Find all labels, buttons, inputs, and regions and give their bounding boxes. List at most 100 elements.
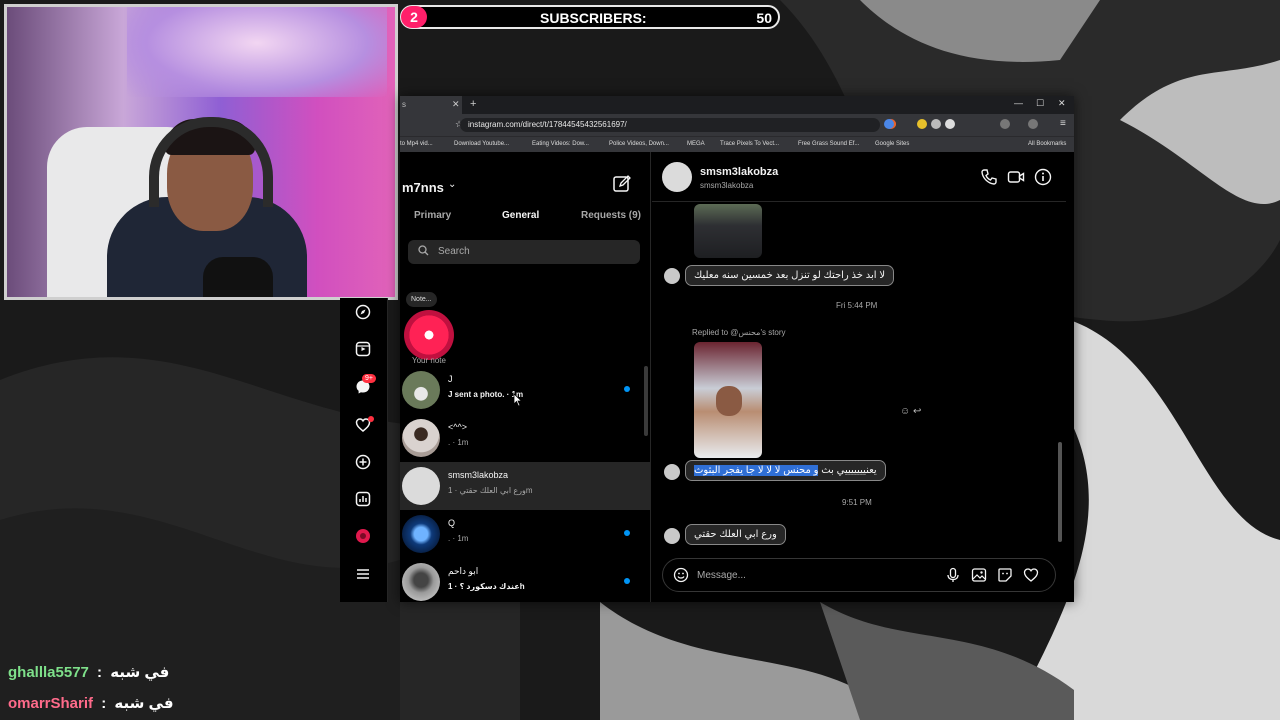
bookmark-item[interactable]: Google Sites — [875, 141, 909, 147]
address-bar-row: ☆ instagram.com/direct/t/178445454325616… — [400, 114, 1074, 136]
chat-title[interactable]: smsm3lakobza — [700, 166, 778, 178]
chat-separator: : — [92, 664, 107, 681]
all-bookmarks[interactable]: All Bookmarks — [1028, 141, 1066, 147]
browser-window: s ✕ + — ☐ ✕ ☆ instagram.com/direct/t/178… — [400, 96, 1074, 602]
chat-username: ghallla5577 — [8, 664, 89, 681]
like-heart-icon[interactable] — [1023, 567, 1039, 583]
chat-separator: : — [97, 695, 111, 712]
story-reply-label: Replied to @محنس's story — [692, 328, 786, 337]
reels-icon[interactable] — [354, 340, 372, 358]
message-bubble[interactable]: لا ابد خذ راحتك لو تنزل بعد خمسين سنه مع… — [684, 265, 895, 286]
profile-extension-icon[interactable] — [884, 119, 894, 129]
chat-scrollbar[interactable] — [1058, 442, 1062, 542]
message-actions: ☺ ↩ — [900, 406, 921, 417]
compose-icon[interactable] — [612, 174, 632, 194]
subscriber-badge: 2 — [401, 6, 427, 28]
message-timestamp: 9:51 PM — [842, 498, 872, 507]
info-icon[interactable] — [1034, 168, 1052, 186]
stream-chat-line: ghallla5577 : في شبه — [8, 663, 169, 681]
bookmark-item[interactable]: Trace Pixels To Vect... — [720, 141, 779, 147]
conversation-name: smsm3lakobza — [448, 470, 509, 480]
create-icon[interactable] — [354, 453, 372, 471]
profile-avatar-icon[interactable] — [354, 527, 372, 545]
microphone-icon[interactable] — [945, 567, 961, 583]
extension-yellow-icon[interactable] — [917, 119, 927, 129]
bookmark-item[interactable]: Free Grass Sound Ef... — [798, 141, 859, 147]
address-bar[interactable]: instagram.com/direct/t/17844545432561697… — [460, 118, 880, 132]
chat-avatar[interactable] — [662, 162, 692, 192]
conversation-item[interactable]: ابو داحم عندك دسكورد ؟ · 1h — [400, 558, 651, 606]
minimize-icon[interactable]: — — [1014, 98, 1023, 108]
window-close-icon[interactable]: ✕ — [1058, 98, 1066, 109]
bookmark-item[interactable]: Eating Videos: Dow... — [532, 141, 589, 147]
image-icon[interactable] — [971, 567, 987, 583]
phone-icon[interactable] — [980, 168, 998, 186]
dm-list-panel: m7nns ⌄ Primary General Requests (9) Sea… — [400, 152, 651, 602]
sender-avatar — [664, 268, 680, 284]
conversation-item[interactable]: <^^> . · 1m — [400, 414, 651, 462]
mouse-cursor-icon — [513, 393, 523, 407]
search-input[interactable]: Search — [408, 240, 640, 264]
message-bubble[interactable]: ورع ابي العلك حقتي — [685, 524, 786, 545]
conversation-item[interactable]: Q . · 1m — [400, 510, 651, 558]
conversation-item-active[interactable]: smsm3lakobza ورع ابي العلك حقتي · 1m — [400, 462, 651, 510]
explore-icon[interactable] — [354, 303, 372, 321]
stream-chat-line: omarrSharif : في شبه — [8, 694, 174, 712]
message-bubble-selected[interactable]: يعنيييييييي بث و محنس لا لا لا جا يفجر ا… — [685, 460, 886, 481]
profile-icon[interactable] — [1028, 119, 1038, 129]
bookmark-item[interactable]: Download Youtube... — [454, 141, 509, 147]
dm-tabs: Primary General Requests (9) — [400, 210, 651, 228]
reply-icon[interactable]: ↩ — [913, 406, 921, 417]
photo-message[interactable] — [694, 204, 762, 258]
emoji-icon[interactable] — [673, 567, 689, 583]
extension-gray-icon[interactable] — [931, 119, 941, 129]
story-reply-image[interactable] — [694, 342, 762, 458]
sticker-icon[interactable] — [997, 567, 1013, 583]
unread-dot — [624, 530, 630, 536]
note-label: Your note — [412, 356, 446, 365]
chevron-down-icon[interactable]: ⌄ — [448, 179, 456, 190]
message-input[interactable]: Message... — [697, 570, 746, 581]
account-name[interactable]: m7nns — [402, 180, 444, 195]
chat-username: omarrSharif — [8, 695, 94, 712]
story-face — [716, 386, 742, 416]
conversation-name: <^^> — [448, 422, 467, 432]
tab-requests[interactable]: Requests (9) — [581, 210, 641, 221]
chat-header: smsm3lakobza smsm3lakobza — [652, 152, 1066, 202]
bookmark-item[interactable]: to Mp4 vid... — [400, 141, 433, 147]
tab-primary[interactable]: Primary — [414, 210, 451, 221]
conversation-preview: . · 1m — [448, 534, 469, 543]
chat-message: في شبه — [114, 695, 174, 712]
search-placeholder: Search — [438, 246, 470, 257]
avatar — [402, 419, 440, 457]
ceiling-light — [127, 7, 387, 97]
maximize-icon[interactable]: ☐ — [1036, 98, 1044, 109]
bookmark-item[interactable]: MEGA — [687, 141, 705, 147]
conversation-preview: J sent a photo. · 1m — [448, 390, 524, 399]
insights-icon[interactable] — [354, 490, 372, 508]
dm-list-scrollbar[interactable] — [644, 366, 648, 436]
menu-icon[interactable] — [354, 565, 372, 583]
webcam-feed — [4, 4, 398, 300]
sidebar-icon[interactable] — [1000, 119, 1010, 129]
note-bubble[interactable]: Note... — [406, 292, 437, 307]
notifications-dot — [368, 416, 374, 422]
message-composer[interactable]: Message... — [662, 558, 1056, 592]
browser-menu-icon[interactable]: ≡ — [1060, 118, 1066, 129]
messages-badge: 9+ — [362, 374, 376, 383]
tab-general[interactable]: General — [502, 210, 539, 221]
avatar — [402, 515, 440, 553]
emoji-react-icon[interactable]: ☺ — [900, 406, 910, 417]
url-text: instagram.com/direct/t/17844545432561697… — [468, 120, 627, 129]
bookmark-item[interactable]: Police Videos, Down... — [609, 141, 669, 147]
subscriber-goal: 50 — [756, 10, 772, 26]
conversation-item[interactable]: J J sent a photo. · 1m — [400, 366, 651, 414]
bookmarks-bar: to Mp4 vid... Download Youtube... Eating… — [400, 136, 1074, 152]
video-call-icon[interactable] — [1007, 168, 1025, 186]
tab-close-icon[interactable]: ✕ — [452, 99, 460, 110]
new-tab-icon[interactable]: + — [470, 98, 476, 110]
your-note-avatar[interactable] — [404, 310, 454, 360]
unread-dot — [624, 386, 630, 392]
conversation-name: Q — [448, 518, 456, 528]
extension-white-icon[interactable] — [945, 119, 955, 129]
